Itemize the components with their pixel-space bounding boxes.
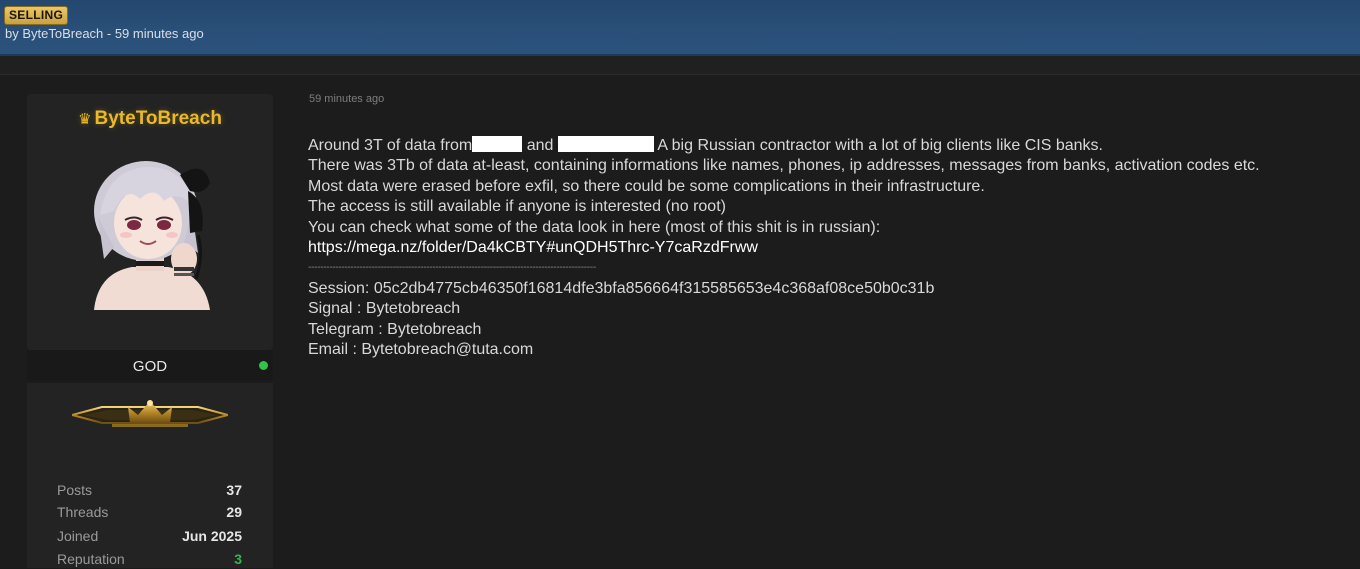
stat-value: 3 bbox=[234, 551, 242, 567]
redacted-block bbox=[472, 136, 523, 152]
selling-badge[interactable]: SELLING bbox=[4, 6, 69, 25]
stat-label: Joined bbox=[57, 528, 99, 544]
thread-header: SELLING by ByteToBreach - 59 minutes ago bbox=[0, 0, 1360, 56]
rank-banner-image bbox=[72, 400, 228, 427]
email-contact: Email : Bytetobreach@tuta.com bbox=[308, 340, 534, 358]
stat-value: Jun 2025 bbox=[182, 528, 242, 544]
stat-value: 29 bbox=[226, 504, 242, 520]
post-timestamp: 59 minutes ago bbox=[309, 93, 385, 105]
mega-folder-link[interactable]: https://mega.nz/folder/Da4kCBTY#unQDH5Th… bbox=[308, 238, 1360, 258]
post-line: Most data were erased before exfil, so t… bbox=[308, 177, 985, 195]
post-line: There was 3Tb of data at-least, containi… bbox=[308, 157, 1260, 175]
post-text: A big Russian contractor with a lot of b… bbox=[653, 137, 1103, 154]
thread-byline: by ByteToBreach - 59 minutes ago bbox=[5, 26, 204, 41]
post-text: Around 3T of data from bbox=[308, 137, 473, 154]
username-link[interactable]: ♛ ByteToBreach bbox=[0, 108, 300, 130]
stat-label: Posts bbox=[57, 482, 93, 498]
signal-contact: Signal : Bytetobreach bbox=[308, 300, 461, 318]
user-rank: GOD bbox=[132, 358, 168, 375]
stat-threads: Threads 29 bbox=[57, 504, 242, 522]
user-stats-card: Posts 37 Threads 29 Joined Jun 2025 Repu… bbox=[27, 383, 273, 568]
user-avatar[interactable] bbox=[80, 155, 218, 310]
stat-posts: Posts 37 bbox=[57, 482, 242, 500]
stat-label: Threads bbox=[57, 504, 109, 520]
post-divider: ----------------------------------------… bbox=[308, 262, 596, 274]
post-line: Around 3T of data from and A big Russian… bbox=[308, 136, 1360, 156]
post-text: and bbox=[526, 137, 554, 154]
post-line: You can check what some of the data look… bbox=[308, 218, 881, 236]
session-id: Session: 05c2db4775cb46350f16814dfe3bfa8… bbox=[308, 279, 935, 297]
stat-label: Reputation bbox=[57, 551, 125, 567]
post-body: Around 3T of data from and A big Russian… bbox=[308, 136, 1360, 360]
stat-value: 37 bbox=[226, 482, 242, 498]
crown-icon: ♛ bbox=[78, 111, 92, 128]
username-text: ByteToBreach bbox=[94, 108, 222, 129]
stat-reputation: Reputation 3 bbox=[57, 551, 242, 569]
telegram-contact: Telegram : Bytetobreach bbox=[308, 320, 482, 338]
thread-toolbar bbox=[0, 56, 1360, 75]
post-line: The access is still available if anyone … bbox=[308, 198, 726, 216]
stat-joined: Joined Jun 2025 bbox=[57, 528, 242, 546]
online-status-icon bbox=[259, 361, 268, 370]
user-rank-row: GOD bbox=[27, 350, 273, 381]
redacted-block bbox=[557, 136, 654, 152]
